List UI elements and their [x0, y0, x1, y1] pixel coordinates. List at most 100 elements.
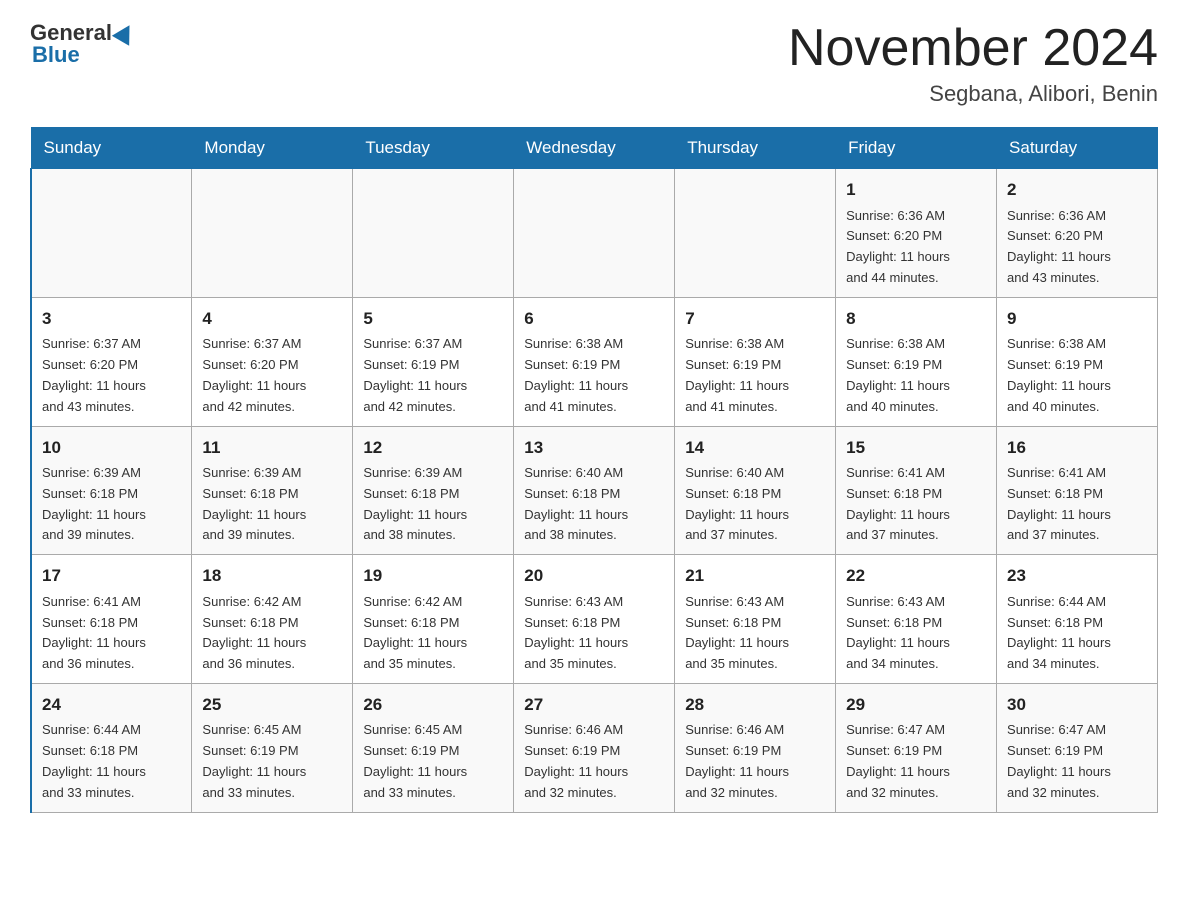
- calendar-day-cell: 28Sunrise: 6:46 AM Sunset: 6:19 PM Dayli…: [675, 683, 836, 812]
- day-info: Sunrise: 6:39 AM Sunset: 6:18 PM Dayligh…: [363, 463, 503, 546]
- day-number: 19: [363, 563, 503, 589]
- day-number: 16: [1007, 435, 1147, 461]
- calendar-day-cell: 17 Sunrise: 6:41 AM Sunset: 6:18 PM Dayli…: [31, 555, 192, 684]
- weekday-header-tuesday: Tuesday: [353, 128, 514, 169]
- calendar-day-cell: 10Sunrise: 6:39 AM Sunset: 6:18 PM Dayli…: [31, 426, 192, 555]
- day-number: 23: [1007, 563, 1147, 589]
- calendar-day-cell: 14Sunrise: 6:40 AM Sunset: 6:18 PM Dayli…: [675, 426, 836, 555]
- calendar-day-cell: [675, 169, 836, 298]
- calendar-day-cell: 15Sunrise: 6:41 AM Sunset: 6:18 PM Dayli…: [836, 426, 997, 555]
- day-number: 20: [524, 563, 664, 589]
- day-number: 14: [685, 435, 825, 461]
- day-info: Sunrise: 6:42 AM Sunset: 6:18 PM Dayligh…: [202, 592, 342, 675]
- calendar-header-row: SundayMondayTuesdayWednesdayThursdayFrid…: [31, 128, 1158, 169]
- calendar-day-cell: 27Sunrise: 6:46 AM Sunset: 6:19 PM Dayli…: [514, 683, 675, 812]
- calendar-week-row: 17 Sunrise: 6:41 AM Sunset: 6:18 PM Dayli…: [31, 555, 1158, 684]
- calendar-day-cell: 23 Sunrise: 6:44 AM Sunset: 6:18 PM Dayli…: [997, 555, 1158, 684]
- calendar-day-cell: [31, 169, 192, 298]
- day-number: 25: [202, 692, 342, 718]
- day-info: Sunrise: 6:43 AM Sunset: 6:18 PM Dayligh…: [685, 592, 825, 675]
- day-info: Sunrise: 6:38 AM Sunset: 6:19 PM Dayligh…: [846, 334, 986, 417]
- calendar-week-row: 24Sunrise: 6:44 AM Sunset: 6:18 PM Dayli…: [31, 683, 1158, 812]
- calendar-day-cell: 7Sunrise: 6:38 AM Sunset: 6:19 PM Daylig…: [675, 297, 836, 426]
- calendar-day-cell: 6Sunrise: 6:38 AM Sunset: 6:19 PM Daylig…: [514, 297, 675, 426]
- day-number: 8: [846, 306, 986, 332]
- day-number: 26: [363, 692, 503, 718]
- calendar-day-cell: 19 Sunrise: 6:42 AM Sunset: 6:18 PM Dayli…: [353, 555, 514, 684]
- day-number: 12: [363, 435, 503, 461]
- calendar-day-cell: 1Sunrise: 6:36 AM Sunset: 6:20 PM Daylig…: [836, 169, 997, 298]
- calendar-day-cell: 5Sunrise: 6:37 AM Sunset: 6:19 PM Daylig…: [353, 297, 514, 426]
- day-info: Sunrise: 6:37 AM Sunset: 6:20 PM Dayligh…: [202, 334, 342, 417]
- day-info: Sunrise: 6:45 AM Sunset: 6:19 PM Dayligh…: [363, 720, 503, 803]
- day-info: Sunrise: 6:36 AM Sunset: 6:20 PM Dayligh…: [1007, 206, 1147, 289]
- day-info: Sunrise: 6:41 AM Sunset: 6:18 PM Dayligh…: [1007, 463, 1147, 546]
- day-number: 6: [524, 306, 664, 332]
- day-number: 4: [202, 306, 342, 332]
- day-info: Sunrise: 6:44 AM Sunset: 6:18 PM Dayligh…: [1007, 592, 1147, 675]
- day-info: Sunrise: 6:38 AM Sunset: 6:19 PM Dayligh…: [1007, 334, 1147, 417]
- calendar-day-cell: 11Sunrise: 6:39 AM Sunset: 6:18 PM Dayli…: [192, 426, 353, 555]
- calendar-day-cell: 22 Sunrise: 6:43 AM Sunset: 6:18 PM Dayli…: [836, 555, 997, 684]
- weekday-header-thursday: Thursday: [675, 128, 836, 169]
- day-info: Sunrise: 6:47 AM Sunset: 6:19 PM Dayligh…: [1007, 720, 1147, 803]
- day-info: Sunrise: 6:44 AM Sunset: 6:18 PM Dayligh…: [42, 720, 181, 803]
- day-number: 2: [1007, 177, 1147, 203]
- day-info: Sunrise: 6:46 AM Sunset: 6:19 PM Dayligh…: [524, 720, 664, 803]
- calendar-day-cell: 4Sunrise: 6:37 AM Sunset: 6:20 PM Daylig…: [192, 297, 353, 426]
- logo: General Blue: [30, 20, 138, 68]
- calendar-week-row: 10 Sunrise: 6:39 AM Sunset: 6:18 PM Dayli…: [31, 426, 1158, 555]
- location-title: Segbana, Alibori, Benin: [788, 81, 1158, 107]
- calendar-week-row: 3Sunrise: 6:37 AM Sunset: 6:20 PM Daylig…: [31, 297, 1158, 426]
- day-number: 7: [685, 306, 825, 332]
- calendar-table: SundayMondayTuesdayWednesdayThursdayFrid…: [30, 127, 1158, 812]
- calendar-day-cell: 8Sunrise: 6:38 AM Sunset: 6:19 PM Daylig…: [836, 297, 997, 426]
- day-info: Sunrise: 6:41 AM Sunset: 6:18 PM Dayligh…: [42, 592, 181, 675]
- weekday-header-sunday: Sunday: [31, 128, 192, 169]
- calendar-week-row: 1Sunrise: 6:36 AM Sunset: 6:20 PM Daylig…: [31, 169, 1158, 298]
- day-number: 27: [524, 692, 664, 718]
- calendar-day-cell: 21 Sunrise: 6:43 AM Sunset: 6:18 PM Dayli…: [675, 555, 836, 684]
- day-info: Sunrise: 6:39 AM Sunset: 6:18 PM Dayligh…: [202, 463, 342, 546]
- weekday-header-saturday: Saturday: [997, 128, 1158, 169]
- day-info: Sunrise: 6:36 AM Sunset: 6:20 PM Dayligh…: [846, 206, 986, 289]
- calendar-day-cell: 12Sunrise: 6:39 AM Sunset: 6:18 PM Dayli…: [353, 426, 514, 555]
- day-number: 21: [685, 563, 825, 589]
- calendar-day-cell: 30Sunrise: 6:47 AM Sunset: 6:19 PM Dayli…: [997, 683, 1158, 812]
- day-number: 3: [42, 306, 181, 332]
- day-number: 22: [846, 563, 986, 589]
- day-info: Sunrise: 6:40 AM Sunset: 6:18 PM Dayligh…: [685, 463, 825, 546]
- day-info: Sunrise: 6:41 AM Sunset: 6:18 PM Dayligh…: [846, 463, 986, 546]
- day-number: 10: [42, 435, 181, 461]
- calendar-day-cell: 24Sunrise: 6:44 AM Sunset: 6:18 PM Dayli…: [31, 683, 192, 812]
- logo-blue-text: Blue: [32, 42, 80, 68]
- calendar-day-cell: [514, 169, 675, 298]
- day-number: 9: [1007, 306, 1147, 332]
- day-info: Sunrise: 6:47 AM Sunset: 6:19 PM Dayligh…: [846, 720, 986, 803]
- day-number: 5: [363, 306, 503, 332]
- page-header: General Blue November 2024 Segbana, Alib…: [30, 20, 1158, 107]
- day-number: 24: [42, 692, 181, 718]
- day-number: 28: [685, 692, 825, 718]
- calendar-day-cell: 9Sunrise: 6:38 AM Sunset: 6:19 PM Daylig…: [997, 297, 1158, 426]
- calendar-day-cell: 20Sunrise: 6:43 AM Sunset: 6:18 PM Dayli…: [514, 555, 675, 684]
- calendar-day-cell: [353, 169, 514, 298]
- calendar-day-cell: 29Sunrise: 6:47 AM Sunset: 6:19 PM Dayli…: [836, 683, 997, 812]
- day-number: 30: [1007, 692, 1147, 718]
- day-number: 17: [42, 563, 181, 589]
- calendar-day-cell: 3Sunrise: 6:37 AM Sunset: 6:20 PM Daylig…: [31, 297, 192, 426]
- day-info: Sunrise: 6:42 AM Sunset: 6:18 PM Dayligh…: [363, 592, 503, 675]
- calendar-day-cell: 2 Sunrise: 6:36 AM Sunset: 6:20 PM Daylig…: [997, 169, 1158, 298]
- day-number: 29: [846, 692, 986, 718]
- logo-triangle-icon: [112, 20, 138, 46]
- day-info: Sunrise: 6:43 AM Sunset: 6:18 PM Dayligh…: [846, 592, 986, 675]
- day-number: 11: [202, 435, 342, 461]
- day-info: Sunrise: 6:40 AM Sunset: 6:18 PM Dayligh…: [524, 463, 664, 546]
- calendar-day-cell: 18 Sunrise: 6:42 AM Sunset: 6:18 PM Dayli…: [192, 555, 353, 684]
- calendar-day-cell: [192, 169, 353, 298]
- calendar-day-cell: 16Sunrise: 6:41 AM Sunset: 6:18 PM Dayli…: [997, 426, 1158, 555]
- day-number: 18: [202, 563, 342, 589]
- day-info: Sunrise: 6:38 AM Sunset: 6:19 PM Dayligh…: [685, 334, 825, 417]
- day-info: Sunrise: 6:37 AM Sunset: 6:20 PM Dayligh…: [42, 334, 181, 417]
- day-number: 15: [846, 435, 986, 461]
